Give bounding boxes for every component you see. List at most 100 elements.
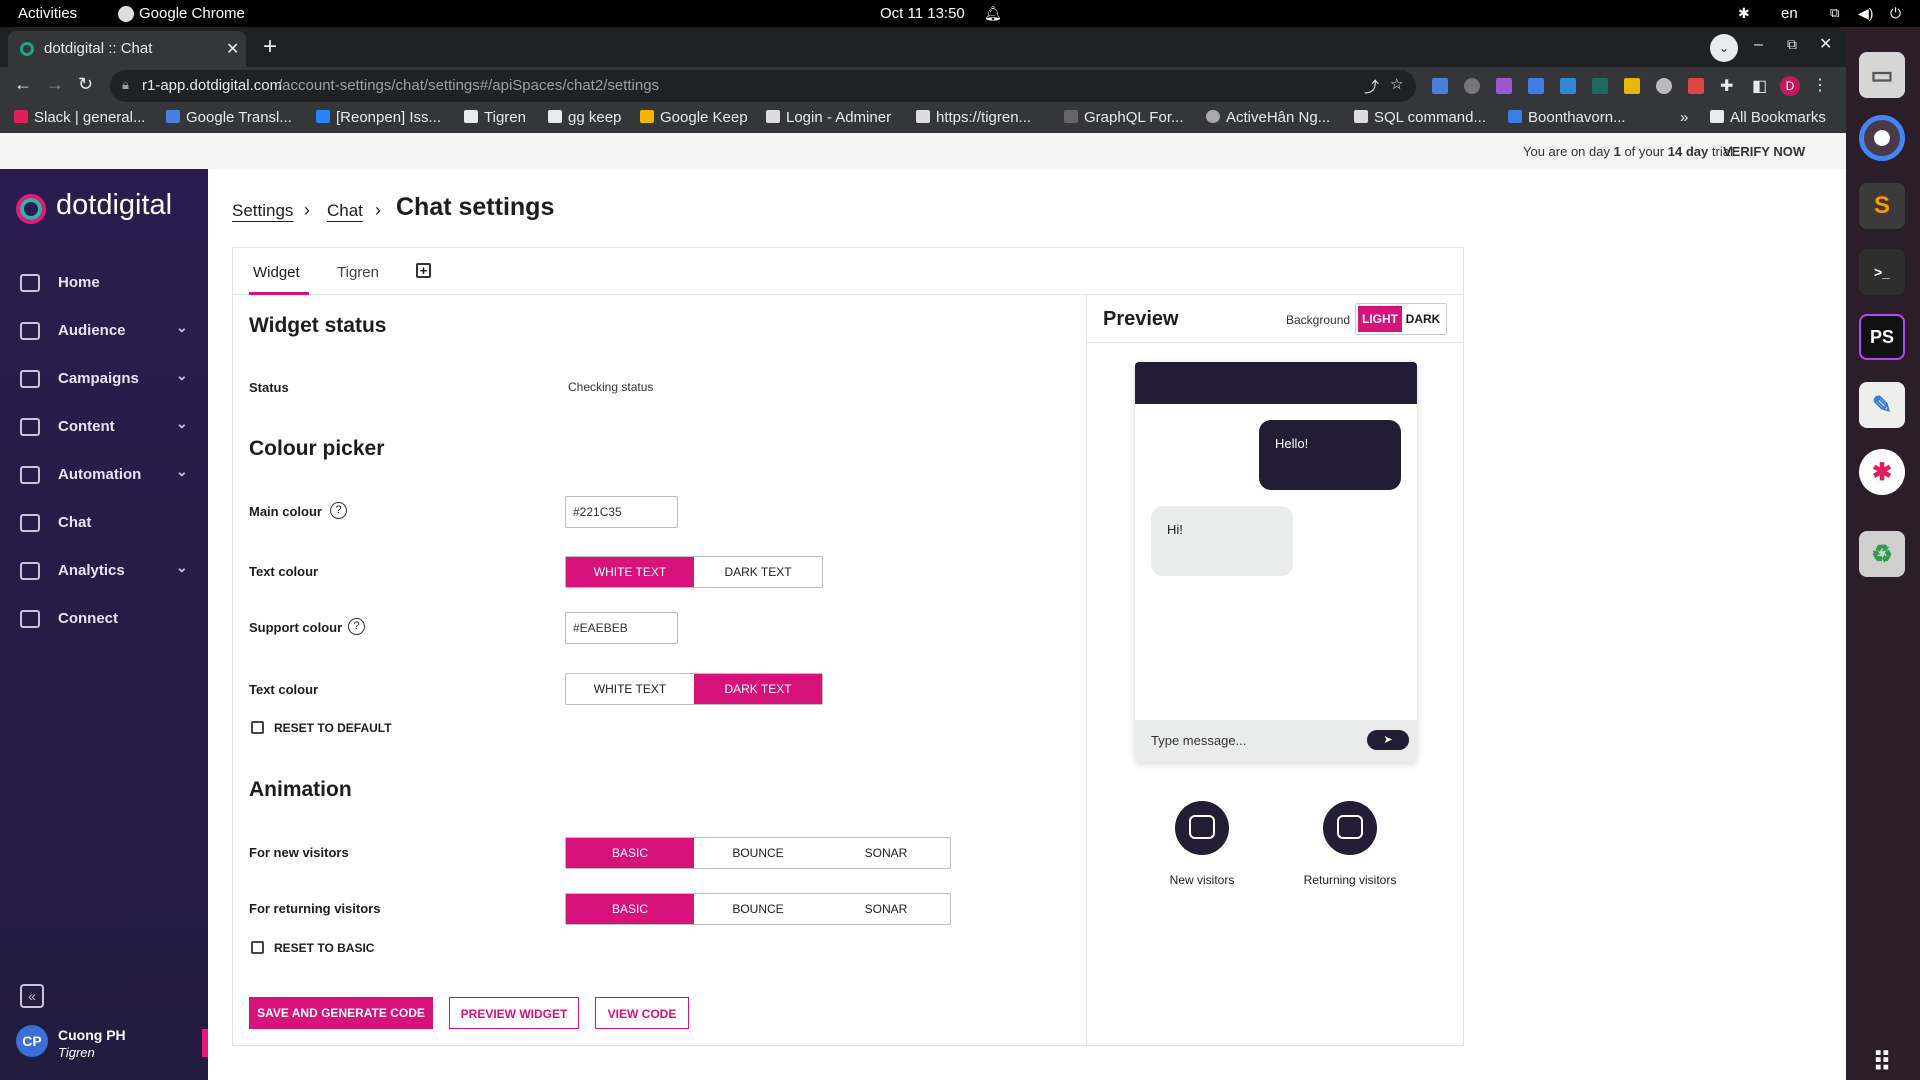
bookmark-item[interactable]: ActiveHân Ng... [1206,109,1330,126]
tab-search-button[interactable]: ⌄ [1710,34,1738,62]
bookmark-item[interactable]: Boonthavorn... [1508,109,1626,126]
nav-home[interactable]: Home [0,263,208,303]
close-window-button[interactable]: ✕ [1819,34,1832,54]
dark-text-option[interactable]: DARK TEXT [694,674,822,704]
color-extension-icon[interactable] [1688,78,1704,94]
minimize-button[interactable]: – [1754,36,1763,54]
basic-option[interactable]: BASIC [566,838,694,868]
show-apps-icon[interactable]: ⠿ [1859,1039,1905,1080]
logo-text[interactable]: dotdigital [56,189,172,222]
language-indicator[interactable]: en [1781,5,1798,22]
nav-audience[interactable]: Audience ⌄ [0,311,208,351]
sublime-text-icon[interactable]: S [1859,183,1905,229]
nav-campaigns[interactable]: Campaigns ⌄ [0,359,208,399]
bookmark-item[interactable]: GraphQL For... [1064,109,1184,126]
forward-icon[interactable]: → [46,74,64,95]
dark-option[interactable]: DARK [1402,306,1444,332]
sidepanel-icon[interactable]: ◧ [1752,76,1767,96]
n-extension-icon[interactable] [1592,78,1608,94]
back-icon[interactable]: ← [14,74,32,95]
share-icon[interactable]: ⤴ [1364,76,1379,97]
collapse-sidebar-icon[interactable]: « [20,984,44,1008]
phpstorm-icon[interactable]: PS [1859,314,1905,360]
address-bar[interactable]: 🔒︎ r1-app.dotdigital.com /account-settin… [110,70,1416,102]
power-icon[interactable]: ⏻ [1890,5,1901,22]
sonar-option[interactable]: SONAR [822,838,950,868]
nav-chat[interactable]: Chat [0,503,208,543]
reset-to-default-button[interactable]: RESET TO DEFAULT [251,721,392,735]
trash-icon[interactable]: ♻ [1859,531,1905,577]
terminal-icon[interactable]: >_ [1859,249,1905,295]
bookmark-folder[interactable]: Tigren [464,109,526,126]
text-colour-label: Text colour [249,564,319,579]
bookmark-item[interactable]: [Reonpen] Iss... [316,109,441,126]
bookmark-item[interactable]: Google Keep [640,109,748,126]
volume-icon[interactable]: ◀) [1858,5,1873,22]
bounce-option[interactable]: BOUNCE [694,894,822,924]
chrome-icon[interactable] [1859,115,1905,161]
nav-connect[interactable]: Connect [0,599,208,639]
maximize-button[interactable]: ⧉ [1787,36,1797,53]
bookmark-item[interactable]: SQL command... [1354,109,1486,126]
profile-avatar[interactable]: D [1780,76,1800,96]
active-app-name[interactable]: Google Chrome [139,5,245,22]
clock[interactable]: Oct 11 13:50 [880,5,965,22]
basic-option[interactable]: BASIC [566,894,694,924]
support-colour-input[interactable]: #EAEBEB [565,612,678,644]
verify-now-link[interactable]: VERIFY NOW [1723,144,1805,159]
reload-icon[interactable]: ↻ [78,74,93,95]
dark-text-option[interactable]: DARK TEXT [694,557,822,587]
slack-tray-icon[interactable]: ✱ [1738,5,1750,22]
activities-button[interactable]: Activities [18,5,77,22]
puzzle-icon[interactable]: ✚ [1720,76,1733,96]
help-icon[interactable]: ? [330,502,347,519]
menu-icon[interactable]: ⋮ [1812,75,1828,95]
user-avatar[interactable]: CP [16,1025,48,1057]
all-bookmarks[interactable]: All Bookmarks [1710,109,1826,126]
sonar-option[interactable]: SONAR [822,894,950,924]
text-editor-icon[interactable]: ✎ [1859,382,1905,428]
tab-widget[interactable]: Widget [253,264,300,281]
close-tab-icon[interactable]: ✕ [226,39,239,59]
send-icon[interactable]: ➤ [1367,730,1409,750]
breadcrumb-chat[interactable]: Chat [327,201,363,221]
tab-tigren[interactable]: Tigren [337,264,379,281]
react-extension-icon[interactable] [1656,78,1672,94]
network-icon[interactable]: ⧉ [1830,5,1839,21]
bookmark-folder[interactable]: gg keep [548,109,621,126]
bookmark-star-icon[interactable]: ☆ [1390,75,1403,93]
nav-analytics[interactable]: Analytics ⌄ [0,551,208,591]
status-label: Status [249,380,289,395]
extension-icon[interactable] [1528,78,1544,94]
bookmark-item[interactable]: https://tigren... [916,109,1031,126]
bounce-option[interactable]: BOUNCE [694,838,822,868]
user-name[interactable]: Cuong PH [58,1027,126,1043]
translate-extension-icon[interactable] [1432,78,1448,94]
breadcrumb-settings[interactable]: Settings [232,201,293,221]
white-text-option[interactable]: WHITE TEXT [566,557,694,587]
reset-to-basic-button[interactable]: RESET TO BASIC [251,941,374,955]
files-icon[interactable]: ▭ [1859,52,1905,98]
main-colour-input[interactable]: #221C35 [565,496,678,528]
preview-widget-button[interactable]: PREVIEW WIDGET [449,997,579,1029]
settings-extension-icon[interactable] [1464,78,1480,94]
pen-extension-icon[interactable] [1496,78,1512,94]
light-option[interactable]: LIGHT [1358,306,1402,332]
nav-automation[interactable]: Automation ⌄ [0,455,208,495]
browser-tab[interactable]: dotdigital :: Chat ✕ [8,31,246,67]
view-code-button[interactable]: VIEW CODE [595,997,689,1029]
slack-icon[interactable]: ✱ [1859,449,1905,495]
add-tab-icon[interactable]: + [416,263,431,278]
bookmark-item[interactable]: Google Transl... [166,109,292,126]
white-text-option[interactable]: WHITE TEXT [566,674,694,704]
new-tab-button[interactable]: + [254,31,286,63]
help-icon[interactable]: ? [348,618,365,635]
bookmark-item[interactable]: Login - Adminer [766,109,891,126]
save-and-generate-code-button[interactable]: SAVE AND GENERATE CODE [249,997,433,1029]
s-extension-icon[interactable] [1560,78,1576,94]
bookmark-item[interactable]: Slack | general... [14,109,145,126]
message-input-placeholder[interactable]: Type message... [1151,733,1246,748]
nav-content[interactable]: Content ⌄ [0,407,208,447]
bookmarks-overflow[interactable]: » [1680,109,1688,126]
coin-extension-icon[interactable] [1624,78,1640,94]
